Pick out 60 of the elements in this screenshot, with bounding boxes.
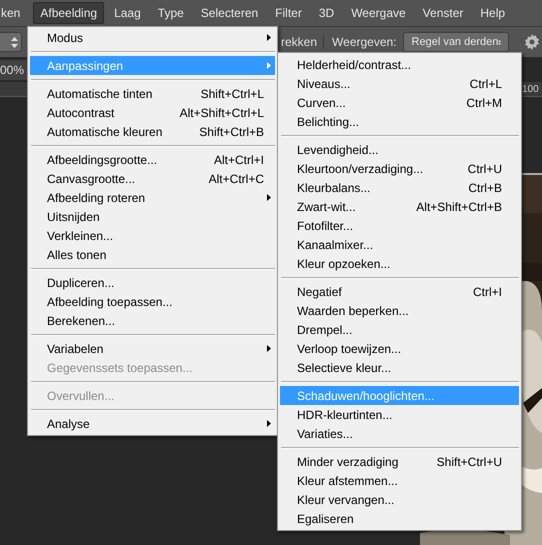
submenu-arrow-icon (267, 62, 271, 69)
submenu-arrow-icon (267, 34, 271, 41)
menu-item[interactable]: Automatische tinten Shift+Ctrl+L (30, 84, 275, 103)
submenu-arrow-icon (267, 194, 271, 201)
menu-item[interactable]: Negatief Ctrl+I (280, 282, 519, 301)
menu-item[interactable]: Waarden beperken... (280, 301, 519, 320)
menu-item[interactable]: Variaties... (280, 424, 519, 443)
submenu-arrow-icon (267, 345, 271, 352)
menu-item[interactable]: Niveaus... Ctrl+L (280, 74, 519, 93)
menu-item[interactable]: Uitsnijden (30, 207, 275, 226)
menu-bar-item[interactable]: Help (473, 2, 512, 24)
menu-bar-item[interactable]: Filter (268, 2, 309, 24)
menu-item[interactable]: Modus (30, 28, 275, 47)
menu-item[interactable]: Afbeeldingsgrootte... Alt+Ctrl+I (30, 150, 275, 169)
document-tab[interactable]: 00% (0, 60, 28, 80)
menu-item[interactable]: Analyse (30, 414, 275, 433)
menu-item[interactable]: Drempel... (280, 320, 519, 339)
menu-item[interactable]: Selectieve kleur... (280, 358, 519, 377)
menu-item[interactable]: Alles tonen (30, 245, 275, 264)
menu-item[interactable]: Berekenen... (30, 311, 275, 330)
menu-item[interactable]: Levendigheid... (280, 140, 519, 159)
menu-item[interactable]: Kleur vervangen... (280, 490, 519, 509)
menu-item[interactable]: Afbeelding roteren (30, 188, 275, 207)
menu-bar-item[interactable]: ken (0, 2, 28, 24)
menu-bar-item[interactable]: Laag (107, 2, 148, 24)
menu-item[interactable]: HDR-kleurtinten... (280, 405, 519, 424)
menu-item[interactable]: Autocontrast Alt+Shift+Ctrl+L (30, 103, 275, 122)
menu-item[interactable]: Verkleinen... (30, 226, 275, 245)
menu-item[interactable]: Kanaalmixer... (280, 235, 519, 254)
menu-item[interactable]: Egaliseren (280, 509, 519, 528)
menu-bar-item[interactable]: Type (150, 2, 191, 24)
menu-bar-item[interactable]: Afbeelding (33, 2, 104, 24)
menu-bar-item[interactable]: Venster (416, 2, 470, 24)
menu-item[interactable]: Kleur afstemmen... (280, 471, 519, 490)
ruler-label: 100 (522, 84, 540, 94)
menu-bar-item[interactable]: 3D (312, 2, 342, 24)
menu-item[interactable]: Variabelen (30, 339, 275, 358)
preset-select[interactable] (0, 32, 22, 52)
menu-item[interactable]: Kleurbalans... Ctrl+B (280, 178, 519, 197)
menu-bar-item[interactable]: Selecteren (194, 2, 266, 24)
menu-item[interactable]: Kleurtoon/verzadiging... Ctrl+U (280, 159, 519, 178)
menu-item[interactable]: Kleur opzoeken... (280, 254, 519, 273)
settings-icon[interactable] (522, 33, 541, 51)
menu-item[interactable]: Belichting... (280, 112, 519, 131)
view-label: Weergeven: (332, 35, 397, 49)
straighten-label[interactable]: rekken (281, 35, 324, 49)
view-select[interactable]: Regel van derden (402, 32, 509, 52)
menu-bar-item[interactable]: Weergave (344, 2, 413, 24)
menu-item[interactable]: Afbeelding toepassen... (30, 292, 275, 311)
updown-icon (11, 36, 18, 48)
menu-item[interactable]: Automatische kleuren Shift+Ctrl+B (30, 122, 275, 141)
submenu-arrow-icon (267, 420, 271, 427)
menu-item[interactable]: Helderheid/contrast... (280, 55, 519, 74)
menu-item[interactable]: Canvasgrootte... Alt+Ctrl+C (30, 169, 275, 188)
menu-item[interactable]: Zwart-wit... Alt+Shift+Ctrl+B (280, 197, 519, 216)
menu-item[interactable]: Curven... Ctrl+M (280, 93, 519, 112)
menu-item[interactable]: Verloop toewijzen... (280, 339, 519, 358)
menu-item[interactable]: Dupliceren... (30, 273, 275, 292)
menu-item[interactable]: Minder verzadiging Shift+Ctrl+U (280, 452, 519, 471)
menu-item[interactable]: Fotofilter... (280, 216, 519, 235)
